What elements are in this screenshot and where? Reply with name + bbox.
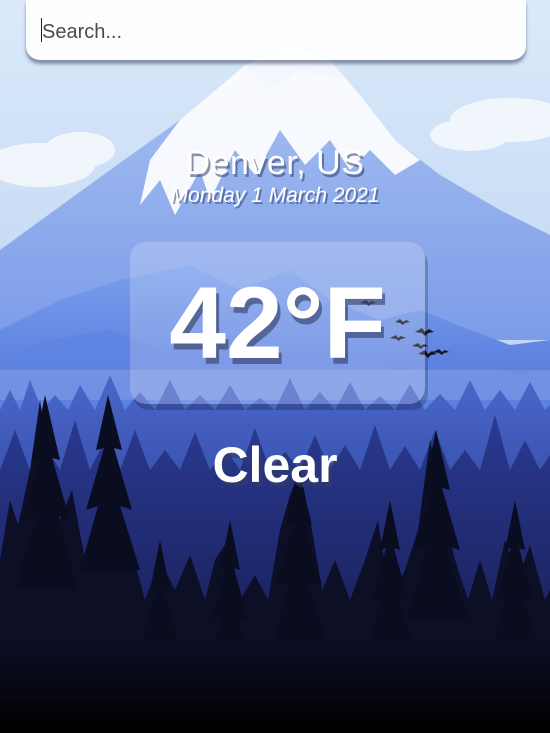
search-input[interactable] <box>26 0 526 60</box>
current-date: Monday 1 March 2021 <box>170 184 380 207</box>
temperature-card: 42°F <box>130 242 425 404</box>
temperature-value: 42°F <box>169 266 386 380</box>
text-caret <box>41 18 42 42</box>
location-name: Denver, US <box>185 144 365 182</box>
weather-condition: Clear <box>212 437 338 493</box>
search-bar <box>26 0 526 60</box>
